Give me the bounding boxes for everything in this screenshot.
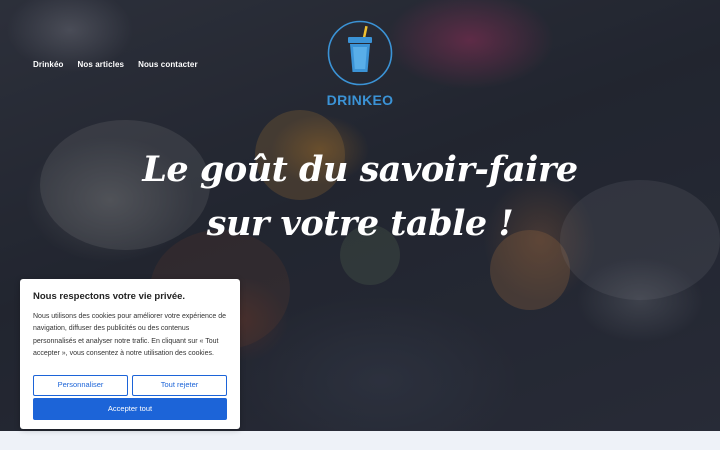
cookie-banner-text: Nous utilisons des cookies pour améliore…: [33, 313, 226, 357]
logo-text: DRINKEO: [326, 92, 394, 108]
hero-headline-line1: Le goût du savoir-faire: [142, 149, 578, 190]
cookie-banner-title: Nous respectons votre vie privée.: [33, 291, 186, 302]
page: Drinkéo Nos articles Nous contacter DRIN…: [0, 0, 720, 450]
site-logo[interactable]: DRINKEO: [322, 20, 398, 108]
hero-headline: Le goût du savoir-faire sur votre table …: [0, 143, 720, 251]
nav-item-contact[interactable]: Nous contacter: [138, 60, 198, 69]
hero-headline-line2: sur votre table !: [206, 203, 514, 244]
reject-all-cookies-button[interactable]: Tout rejeter: [132, 375, 227, 396]
nav-item-articles[interactable]: Nos articles: [78, 60, 125, 69]
cookie-consent-banner: Nous respectons votre vie privée. Nous u…: [20, 279, 240, 429]
cup-with-straw-icon: [327, 20, 393, 86]
customize-cookies-button[interactable]: Personnaliser: [33, 375, 128, 396]
main-nav: Drinkéo Nos articles Nous contacter: [33, 60, 198, 69]
accept-all-cookies-button[interactable]: Accepter tout: [33, 398, 227, 420]
cookie-banner-actions: Personnaliser Tout rejeter Accepter tout: [33, 375, 227, 420]
nav-item-drinkeo[interactable]: Drinkéo: [33, 60, 64, 69]
